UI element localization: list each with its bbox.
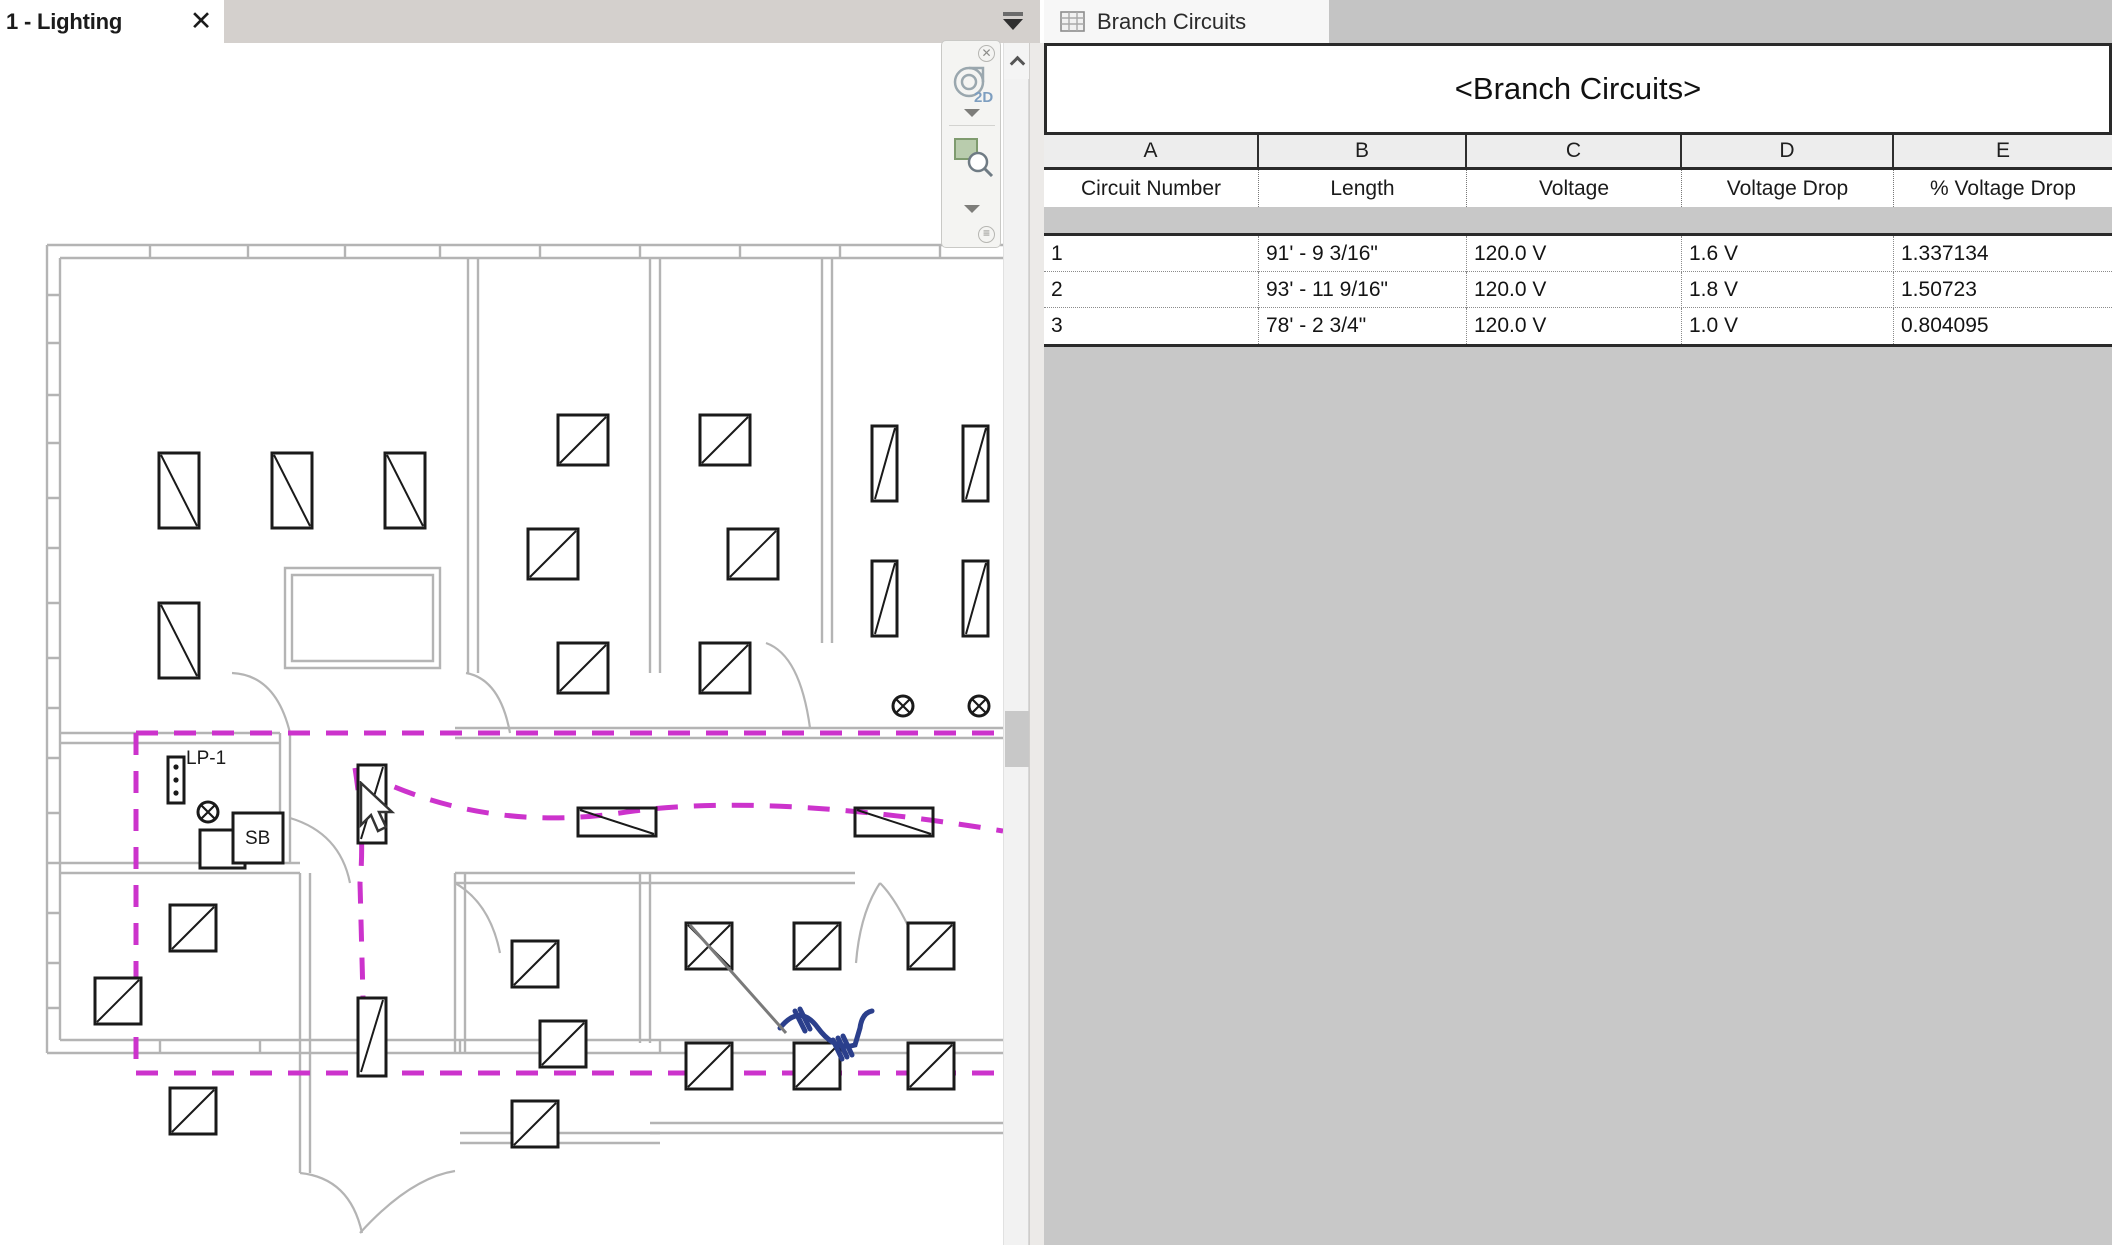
schedule-title-box: <Branch Circuits> [1044, 43, 2112, 135]
chevron-down-icon[interactable] [964, 109, 980, 117]
equipment-tag-label: SB [245, 828, 271, 849]
column-header-b[interactable]: B [1259, 135, 1467, 167]
cell-percent-voltage-drop[interactable]: 1.337134 [1894, 236, 2112, 272]
table-row[interactable]: 3 78' - 2 3/4" 120.0 V 1.0 V 0.804095 [1044, 308, 2112, 344]
table-icon [1060, 11, 1085, 32]
cell-percent-voltage-drop[interactable]: 0.804095 [1894, 308, 2112, 344]
vertical-scrollbar[interactable] [1003, 43, 1030, 1245]
column-header-a[interactable]: A [1044, 135, 1259, 167]
tab-overflow-icon[interactable] [1000, 8, 1026, 34]
navbar-divider [949, 125, 995, 126]
column-letter-header-row: A B C D E [1044, 135, 2112, 167]
round-fixtures [196, 694, 991, 824]
column-header-d[interactable]: D [1682, 135, 1894, 167]
close-icon[interactable]: ✕ [978, 45, 995, 62]
column-header-e[interactable]: E [1894, 135, 2112, 167]
schedule-header-gap [1044, 207, 2112, 233]
cell-circuit-number[interactable]: 2 [1044, 272, 1259, 308]
cell-length[interactable]: 78' - 2 3/4" [1259, 308, 1467, 344]
view-tab-bar: 1 - Lighting ✕ [0, 0, 1040, 43]
tab-branch-circuits[interactable]: Branch Circuits [1044, 0, 1329, 43]
cell-length[interactable]: 91' - 9 3/16" [1259, 236, 1467, 272]
panel-tag-label: LP-1 [186, 748, 227, 769]
column-header-c[interactable]: C [1467, 135, 1682, 167]
table-row[interactable]: 2 93' - 11 9/16" 120.0 V 1.8 V 1.50723 [1044, 272, 2112, 308]
tab-label: Branch Circuits [1097, 8, 1247, 34]
cell-circuit-number[interactable]: 1 [1044, 236, 1259, 272]
close-icon[interactable]: ✕ [186, 6, 216, 36]
field-header-percent-voltage-drop[interactable]: % Voltage Drop [1894, 170, 2112, 207]
mouse-cursor [359, 781, 396, 833]
schedule-rows: 1 91' - 9 3/16" 120.0 V 1.6 V 1.337134 2… [1044, 233, 2112, 347]
chevron-up-icon[interactable] [1004, 43, 1030, 79]
cell-voltage-drop[interactable]: 1.8 V [1682, 272, 1894, 308]
schedule-body: <Branch Circuits> A B C D E Circuit Numb… [1044, 43, 2112, 1245]
chevron-down-icon[interactable] [964, 205, 980, 213]
vertical-scroll-thumb[interactable] [1005, 711, 1029, 767]
cell-circuit-number[interactable]: 3 [1044, 308, 1259, 344]
schedule-title: <Branch Circuits> [1454, 71, 1702, 106]
view-tab-label: 1 - Lighting [6, 8, 123, 34]
pane-divider[interactable] [1029, 43, 1044, 1245]
cell-voltage[interactable]: 120.0 V [1467, 272, 1682, 308]
leader-line [688, 924, 788, 1034]
cell-length[interactable]: 93' - 11 9/16" [1259, 272, 1467, 308]
floor-plan-drawing [45, 243, 1003, 1234]
schedule-tab-bar: Branch Circuits [1044, 0, 2112, 43]
steering-wheel-2d-label: 2D [974, 89, 993, 105]
field-header-circuit-number[interactable]: Circuit Number [1044, 170, 1259, 207]
cell-voltage[interactable]: 120.0 V [1467, 308, 1682, 344]
drawing-canvas[interactable]: LP-1 SB [0, 43, 1003, 1245]
field-header-voltage-drop[interactable]: Voltage Drop [1682, 170, 1894, 207]
navigation-bar[interactable]: ✕ 2D ≡ [941, 40, 1001, 248]
revit-window: 1 - Lighting ✕ LP-1 SB ✕ 2D ≡ Branch Cir… [0, 0, 2112, 1245]
cell-voltage-drop[interactable]: 1.6 V [1682, 236, 1894, 272]
options-icon[interactable]: ≡ [978, 226, 995, 243]
field-header-row: Circuit Number Length Voltage Voltage Dr… [1044, 167, 2112, 207]
cell-voltage[interactable]: 120.0 V [1467, 236, 1682, 272]
schedule-pane: Branch Circuits <Branch Circuits> A B C … [1044, 0, 2112, 1245]
steering-wheel-2d-icon[interactable]: 2D [950, 65, 994, 105]
cell-voltage-drop[interactable]: 1.0 V [1682, 308, 1894, 344]
field-header-voltage[interactable]: Voltage [1467, 170, 1682, 207]
table-row[interactable]: 1 91' - 9 3/16" 120.0 V 1.6 V 1.337134 [1044, 236, 2112, 272]
panel-lp1 [166, 755, 186, 805]
field-header-length[interactable]: Length [1259, 170, 1467, 207]
zoom-region-icon[interactable] [952, 135, 994, 177]
cell-percent-voltage-drop[interactable]: 1.50723 [1894, 272, 2112, 308]
